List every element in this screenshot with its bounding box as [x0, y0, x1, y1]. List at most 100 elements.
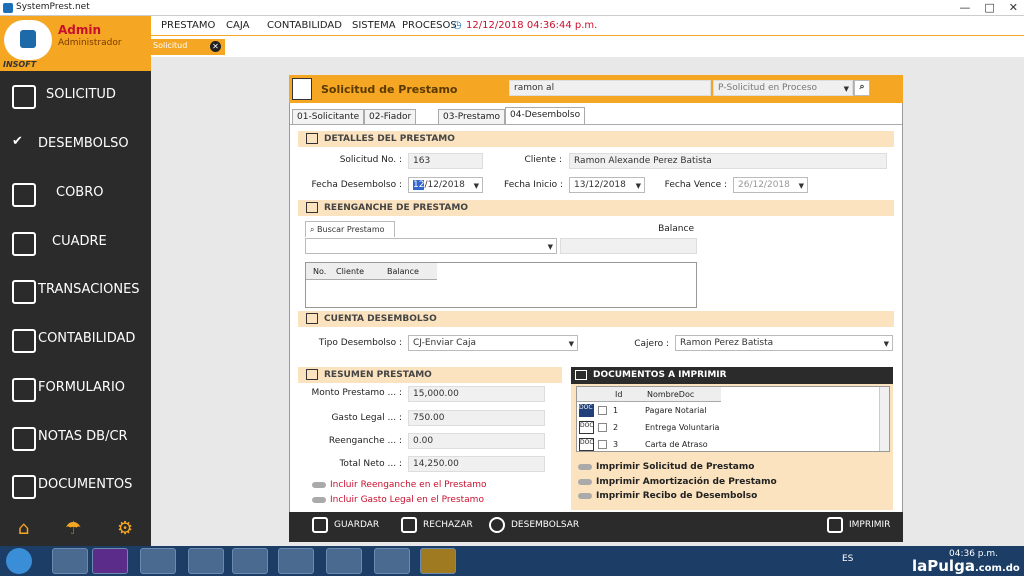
- cajero-label: Cajero :: [634, 339, 669, 349]
- watermark-logo: laPulga.com.do: [912, 557, 1020, 575]
- save-icon: [312, 517, 328, 533]
- sidebar-item-transaciones[interactable]: TRANSACIONES: [0, 268, 151, 314]
- user-brand-panel: Admin Administrador INSOFT: [0, 16, 151, 71]
- tab-prestamo[interactable]: 03-Prestamo: [438, 109, 506, 125]
- row-checkbox[interactable]: [598, 423, 607, 432]
- table-row[interactable]: DOC 2 Entrega Voluntaria: [577, 420, 721, 436]
- imprimir-button[interactable]: IMPRIMIR: [827, 517, 890, 533]
- gasto-label: Gasto Legal ... :: [331, 413, 402, 423]
- fecha-inicio-picker[interactable]: 13/12/2018: [569, 177, 645, 193]
- tipo-desembolso-select[interactable]: CJ-Enviar Caja: [408, 335, 578, 351]
- app-window-icon[interactable]: [278, 548, 314, 574]
- teamviewer-icon[interactable]: [232, 548, 268, 574]
- toggle-icon: [578, 478, 592, 485]
- language-indicator[interactable]: ES: [842, 554, 853, 564]
- client-search-input[interactable]: ramon al: [509, 80, 711, 96]
- cliente-label: Cliente :: [524, 155, 563, 165]
- people-icon: [306, 313, 318, 324]
- menu-procesos[interactable]: PROCESOS: [402, 20, 457, 31]
- window-title: SystemPrest.net: [16, 2, 90, 12]
- col-id: Id: [615, 390, 623, 399]
- link-icon: [306, 202, 318, 213]
- visual-studio-icon[interactable]: [92, 548, 128, 574]
- row-checkbox[interactable]: [598, 406, 607, 415]
- close-icon[interactable]: ✕: [1009, 1, 1018, 14]
- menu-caja[interactable]: CAJA: [226, 20, 249, 31]
- sidebar-item-solicitud[interactable]: SOLICITUD: [0, 73, 151, 119]
- imprimir-solicitud-toggle[interactable]: Imprimir Solicitud de Prestamo: [578, 462, 754, 472]
- close-tab-icon[interactable]: ✕: [210, 41, 221, 52]
- calculator-icon: [12, 232, 36, 256]
- sidebar-item-documentos[interactable]: DOCUMENTOS: [0, 463, 151, 509]
- tab-fiador[interactable]: 02-Fiador: [364, 109, 417, 125]
- incluir-reenganche-toggle[interactable]: Incluir Reenganche en el Prestamo: [312, 480, 487, 490]
- row-id: 3: [613, 440, 619, 449]
- incluir-gasto-toggle[interactable]: Incluir Gasto Legal en el Prestamo: [312, 495, 484, 505]
- status-select[interactable]: P-Solicitud en Proceso: [713, 80, 853, 96]
- docs-scrollbar[interactable]: [879, 387, 889, 451]
- menu-sistema[interactable]: SISTEMA: [352, 20, 396, 31]
- systemprest-app-icon[interactable]: [420, 548, 456, 574]
- menu-prestamo[interactable]: PRESTAMO: [161, 20, 215, 31]
- gear-icon[interactable]: ⚙: [117, 518, 133, 539]
- buscar-prestamo-tab[interactable]: ⌕ Buscar Prestamo: [305, 221, 395, 237]
- fecha-desembolso-label: Fecha Desembolso :: [311, 180, 402, 190]
- prestamo-select[interactable]: [305, 238, 557, 254]
- fecha-vence-label: Fecha Vence :: [664, 180, 727, 190]
- row-id: 2: [613, 423, 619, 432]
- cajero-select[interactable]: Ramon Perez Batista: [675, 335, 893, 351]
- fecha-desembolso-day: 12: [413, 180, 425, 190]
- fecha-inicio-label: Fecha Inicio :: [504, 180, 563, 190]
- menu-bar: PRESTAMO CAJA CONTABILIDAD SISTEMA PROCE…: [151, 16, 1024, 36]
- rechazar-button[interactable]: RECHAZAR: [401, 517, 473, 533]
- user-avatar-icon: [4, 20, 52, 60]
- documents-grid: Id NombreDoc DOC 1 Pagare Notarial DOC 2…: [576, 386, 890, 452]
- row-checkbox[interactable]: [598, 440, 607, 449]
- guardar-button[interactable]: GUARDAR: [312, 517, 379, 533]
- documents-header: DOCUMENTOS A IMPRIMIR: [571, 367, 893, 384]
- sidebar-item-cobro[interactable]: COBRO: [0, 171, 151, 217]
- tab-label: Solicitud: [153, 41, 188, 50]
- doc-icon: DOC: [579, 404, 594, 417]
- table-row[interactable]: DOC 1 Pagare Notarial: [577, 403, 721, 419]
- tab-divider: [290, 124, 902, 125]
- sidebar-item-cuadre[interactable]: CUADRE: [0, 220, 151, 266]
- taskbar: ES 04:36 p.m.: [0, 546, 1024, 576]
- sidebar-item-contabilidad[interactable]: CONTABILIDAD: [0, 317, 151, 363]
- monto-value: 15,000.00: [408, 386, 545, 402]
- imprimir-amortizacion-toggle[interactable]: Imprimir Amortización de Prestamo: [578, 477, 777, 487]
- form-icon: [12, 378, 36, 402]
- desembolsar-button[interactable]: DESEMBOLSAR: [489, 517, 579, 533]
- neto-label: Total Neto ... :: [339, 459, 402, 469]
- sidebar-item-formulario[interactable]: FORMULARIO: [0, 366, 151, 412]
- file-explorer-icon[interactable]: [374, 548, 410, 574]
- tab-desembolso[interactable]: 04-Desembolso: [505, 107, 586, 125]
- tab-solicitante[interactable]: 01-Solicitante: [292, 109, 365, 125]
- row-name: Entrega Voluntaria: [645, 423, 720, 432]
- search-icon[interactable]: ⌕: [854, 80, 870, 96]
- menu-contabilidad[interactable]: CONTABILIDAD: [267, 20, 342, 31]
- tools-app-icon[interactable]: [52, 548, 88, 574]
- umbrella-icon[interactable]: ☂: [65, 518, 81, 539]
- app-icon: [3, 3, 13, 13]
- current-datetime: 12/12/2018 04:36:44 p.m.: [466, 20, 598, 31]
- checkmark-icon: ✔: [12, 134, 23, 149]
- minimize-icon[interactable]: —: [959, 1, 970, 14]
- sidebar-item-desembolso[interactable]: ✔ DESEMBOLSO: [0, 122, 151, 168]
- fecha-desembolso-picker[interactable]: 12/12/2018: [408, 177, 483, 193]
- table-row[interactable]: DOC 3 Carta de Atraso: [577, 437, 721, 452]
- media-player-icon[interactable]: [140, 548, 176, 574]
- form-footer: GUARDAR RECHAZAR DESEMBOLSAR IMPRIMIR: [289, 512, 903, 542]
- start-button-icon[interactable]: [6, 548, 32, 574]
- user-role: Administrador: [58, 38, 122, 48]
- installer-icon[interactable]: [326, 548, 362, 574]
- user-name: Admin: [58, 23, 102, 37]
- chrome-icon[interactable]: [188, 548, 224, 574]
- tab-solicitud[interactable]: Solicitud ✕: [151, 39, 225, 55]
- imprimir-recibo-toggle[interactable]: Imprimir Recibo de Desembolso: [578, 491, 757, 501]
- docs-grid-header: Id NombreDoc: [577, 387, 721, 402]
- maximize-icon[interactable]: □: [984, 1, 994, 14]
- toggle-icon: [578, 492, 592, 499]
- sidebar-item-notas[interactable]: NOTAS DB/CR: [0, 415, 151, 461]
- home-icon[interactable]: ⌂: [18, 518, 29, 539]
